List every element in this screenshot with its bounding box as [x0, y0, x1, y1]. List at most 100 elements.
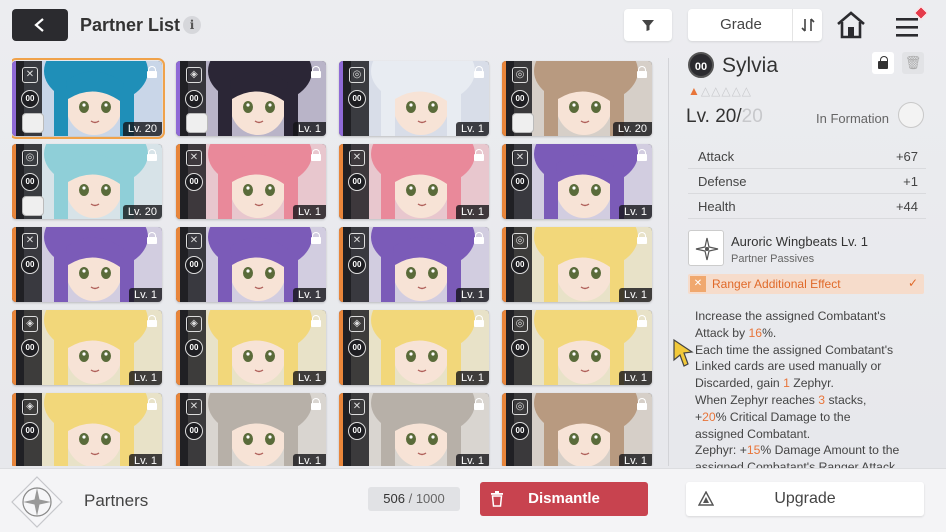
partner-card[interactable]: ◈ 00 Lv. 1 — [339, 310, 489, 385]
partner-card[interactable]: ◎ 00 Lv. 20 — [12, 144, 162, 219]
passive-skill-name: Auroric Wingbeats Lv. 1 — [731, 234, 869, 249]
partner-card[interactable]: ◎ 00 Lv. 1 — [502, 310, 652, 385]
passive-skill-icon[interactable] — [688, 230, 724, 266]
grade-badge: 00 — [185, 90, 203, 108]
ranger-effect-tab[interactable]: ✕ Ranger Additional Effect ✓ — [688, 274, 924, 294]
grade-badge: 00 — [511, 90, 529, 108]
dismantle-label: Dismantle — [528, 490, 600, 507]
sword-role-icon: ✕ — [349, 399, 365, 415]
lock-icon — [637, 149, 647, 161]
lock-icon — [474, 315, 484, 327]
desc-line: Each time the assigned Combatant's — [695, 342, 894, 357]
sword-role-icon: ✕ — [186, 399, 202, 415]
sort-dropdown[interactable]: Grade — [688, 9, 822, 41]
stat-row-attack: Attack +67 — [688, 144, 926, 169]
partner-card[interactable]: ✕ 00 Lv. 1 — [339, 227, 489, 302]
sword-role-icon: ✕ — [186, 233, 202, 249]
partner-card[interactable]: ✕ 00 Lv. 1 — [502, 144, 652, 219]
grade-badge: 00 — [348, 173, 366, 191]
grade-badge: 00 — [511, 339, 529, 357]
grade-badge: 00 — [348, 256, 366, 274]
home-icon[interactable] — [835, 10, 867, 40]
partner-card[interactable]: ✕ 00 Lv. 1 — [12, 227, 162, 302]
partner-card[interactable]: ✕ 00 Lv. 1 — [176, 393, 326, 466]
back-arrow-icon — [34, 18, 44, 32]
sort-arrows-icon — [800, 18, 815, 32]
lock-icon — [878, 56, 888, 70]
partner-card[interactable]: ✕ 00 Lv. 20 — [12, 58, 165, 139]
stat-row-health: Health +44 — [688, 194, 926, 219]
partner-card[interactable]: ◎ 00 Lv. 20 — [502, 61, 652, 136]
level-label: Lv. 1 — [292, 122, 326, 136]
sword-role-icon: ✕ — [349, 150, 365, 166]
filter-icon — [642, 20, 654, 31]
sword-role-icon: ✕ — [22, 233, 38, 249]
grade-badge: 00 — [348, 422, 366, 440]
menu-icon[interactable] — [894, 5, 929, 42]
partner-card[interactable]: ✕ 00 Lv. 1 — [176, 144, 326, 219]
desc-line: Discarded, gain 1 Zephyr. — [695, 376, 834, 391]
upgrade-arrow-icon — [698, 491, 714, 506]
grade-badge: 00 — [21, 339, 39, 357]
partner-card[interactable]: ◈ 00 Lv. 1 — [12, 310, 162, 385]
lock-button[interactable] — [872, 52, 894, 74]
partners-label: Partners — [84, 491, 149, 510]
desc-line: +20% Critical Damage to the — [695, 409, 851, 424]
star-empty: △△△△△ — [700, 84, 753, 98]
trash-icon — [491, 491, 503, 507]
info-icon[interactable]: i — [183, 16, 201, 34]
count-current: 506 — [383, 491, 405, 506]
shield-role-icon: ◈ — [22, 316, 38, 332]
ranger-icon: ✕ — [690, 276, 706, 292]
level-label: Lv. 1 — [618, 288, 652, 302]
partner-card[interactable]: ◎ 00 Lv. 1 — [502, 227, 652, 302]
level-label: Lv. 1 — [292, 454, 326, 466]
lock-icon — [474, 232, 484, 244]
grade-badge: 00 — [511, 422, 529, 440]
partner-count: 506 / 1000 — [368, 487, 460, 511]
trash-icon[interactable]: 🗑 — [902, 52, 924, 74]
partner-name: Sylvia — [722, 54, 779, 77]
lock-icon — [311, 232, 321, 244]
dismantle-button[interactable]: Dismantle — [480, 482, 648, 516]
lock-icon — [637, 398, 647, 410]
level-label: Lv. 1 — [292, 371, 326, 385]
grade-badge: 00 — [185, 339, 203, 357]
filter-button[interactable] — [624, 9, 672, 41]
assigned-combatant-avatar — [22, 196, 44, 216]
desc-line: Linked cards are used manually or — [695, 359, 882, 374]
level-label: Lv. 1 — [292, 205, 326, 219]
upgrade-button[interactable]: Upgrade — [686, 482, 924, 516]
partner-card[interactable]: ◈ 00 Lv. 1 — [176, 61, 326, 136]
stat-label: Health — [698, 199, 736, 214]
level-label: Lv. 1 — [455, 288, 489, 302]
formation-avatar[interactable] — [898, 102, 924, 128]
partner-card[interactable]: ✕ 00 Lv. 1 — [339, 144, 489, 219]
shield-role-icon: ◈ — [22, 399, 38, 415]
desc-line: When Zephyr reaches 3 stacks, — [695, 392, 867, 407]
back-button[interactable] — [12, 9, 68, 41]
stat-value: +67 — [895, 149, 918, 164]
level-label: Lv. 1 — [455, 205, 489, 219]
grade-badge: 00 — [21, 422, 39, 440]
sword-role-icon: ✕ — [22, 67, 38, 83]
partner-card[interactable]: ◎ 00 Lv. 1 — [339, 61, 489, 136]
upgrade-label: Upgrade — [774, 490, 836, 507]
lock-icon — [474, 66, 484, 78]
partner-card[interactable]: ◈ 00 Lv. 1 — [12, 393, 162, 466]
partner-card[interactable]: ✕ 00 Lv. 1 — [339, 393, 489, 466]
level-label: Lv. 1 — [618, 205, 652, 219]
level-label: Lv. 1 — [455, 454, 489, 466]
desc-line: assigned Combatant. — [695, 426, 811, 441]
sort-direction-button[interactable] — [792, 9, 822, 41]
orb-role-icon: ◎ — [22, 150, 38, 166]
lock-icon — [474, 398, 484, 410]
partner-card[interactable]: ✕ 00 Lv. 1 — [176, 227, 326, 302]
partner-card[interactable]: ◈ 00 Lv. 1 — [176, 310, 326, 385]
assigned-combatant-avatar — [512, 113, 534, 133]
grade-badge: 00 — [511, 256, 529, 274]
partner-card[interactable]: ◎ 00 Lv. 1 — [502, 393, 652, 466]
orb-role-icon: ◎ — [512, 316, 528, 332]
lock-icon — [311, 398, 321, 410]
level-label: Lv. 20 — [612, 122, 652, 136]
